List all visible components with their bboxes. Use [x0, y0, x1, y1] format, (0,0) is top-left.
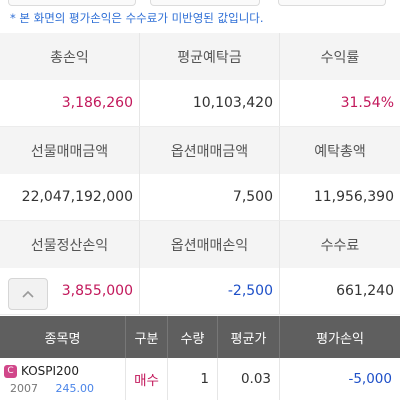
options-trade-pnl-label: 옵션매매손익: [140, 221, 280, 268]
avg-deposit-label: 평균예탁금: [140, 33, 280, 80]
instrument-strike: 245.00: [55, 382, 95, 395]
fee-value: 661,240: [336, 283, 394, 299]
summary-header-row: 선물정산손익 옵션매매손익 수수료: [0, 221, 400, 268]
toolbar-button-middle[interactable]: [150, 0, 260, 6]
col-header-eval-pnl[interactable]: 평가손익: [280, 316, 400, 358]
options-trade-pnl-value: -2,500: [140, 268, 280, 314]
options-trade-amount-label: 옵션매매금액: [140, 127, 280, 174]
fee-notice: * 본 화면의 평가손익은 수수료가 미반영된 값입니다.: [10, 11, 264, 25]
total-deposit-value: 11,956,390: [313, 189, 394, 205]
table-row[interactable]: C KOSPI200 2007 245.00 매수 1 0.03 -5,000: [0, 358, 400, 400]
total-deposit-label: 예탁총액: [314, 143, 366, 160]
futures-settlement-pnl-label: 선물정산손익: [0, 221, 140, 268]
scroll-up-button[interactable]: [8, 278, 48, 310]
qty-cell: 1: [168, 358, 218, 400]
chevron-up-icon: [22, 290, 34, 298]
col-header-qty[interactable]: 수량: [168, 316, 218, 358]
futures-trade-amount-value: 22,047,192,000: [0, 174, 140, 220]
toolbar-button-left[interactable]: [8, 0, 136, 6]
eval-pnl-cell: -5,000: [348, 371, 392, 387]
top-toolbar: [0, 0, 400, 8]
instrument-expiry: 2007: [10, 382, 38, 395]
avg-price-cell: 0.03: [218, 358, 280, 400]
side-cell: 매수: [126, 358, 168, 400]
options-trade-amount-value: 7,500: [140, 174, 280, 220]
instrument-cell: C KOSPI200 2007 245.00: [0, 358, 126, 400]
call-option-badge: C: [4, 364, 17, 378]
col-header-avg-price[interactable]: 평균가: [218, 316, 280, 358]
return-rate-value: 31.54%: [340, 95, 394, 111]
summary-value-row: 3,186,260 10,103,420 31.54%: [0, 80, 400, 127]
summary-value-row: 22,047,192,000 7,500 11,956,390: [0, 174, 400, 221]
col-header-side[interactable]: 구분: [126, 316, 168, 358]
fee-label: 수수료: [320, 237, 360, 254]
summary-header-row: 총손익 평균예탁금 수익률: [0, 33, 400, 80]
summary-header-row: 선물매매금액 옵션매매금액 예탁총액: [0, 127, 400, 174]
futures-trade-amount-label: 선물매매금액: [0, 127, 140, 174]
toolbar-button-right[interactable]: [278, 0, 386, 6]
col-header-name[interactable]: 종목명: [0, 316, 126, 358]
instrument-name: KOSPI200: [21, 364, 79, 378]
summary-value-row: 3,855,000 -2,500 661,240: [0, 268, 400, 315]
total-pnl-value: 3,186,260: [0, 80, 140, 126]
total-pnl-label: 총손익: [0, 33, 140, 80]
return-rate-label: 수익률: [320, 49, 360, 66]
avg-deposit-value: 10,103,420: [140, 80, 280, 126]
account-summary-grid: 총손익 평균예탁금 수익률 3,186,260 10,103,420 31.54…: [0, 33, 400, 315]
positions-table-header: 종목명 구분 수량 평균가 평가손익: [0, 316, 400, 358]
